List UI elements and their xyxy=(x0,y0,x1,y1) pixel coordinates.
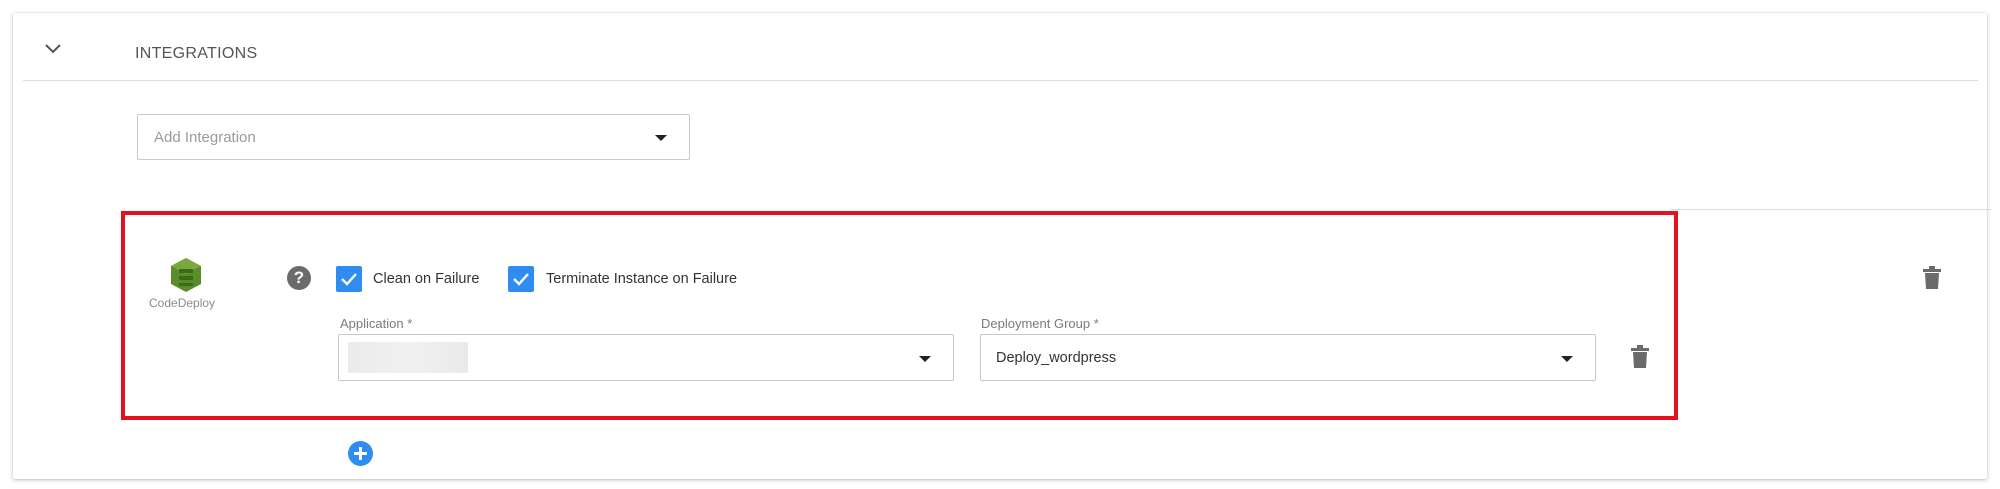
application-value-redacted xyxy=(348,342,468,373)
caret-down-icon xyxy=(1561,356,1573,362)
trash-icon[interactable] xyxy=(1630,345,1650,369)
application-label: Application * xyxy=(340,316,413,331)
integrations-header[interactable]: INTEGRATIONS xyxy=(23,27,1978,81)
trash-icon[interactable] xyxy=(1922,266,1942,290)
caret-down-icon xyxy=(919,356,931,362)
add-integration-select[interactable]: Add Integration xyxy=(137,114,690,160)
add-integration-row-button[interactable] xyxy=(348,441,373,466)
clean-on-failure-label[interactable]: Clean on Failure xyxy=(373,271,479,287)
application-select[interactable] xyxy=(338,334,954,381)
section-divider xyxy=(1671,209,1991,210)
caret-down-icon xyxy=(655,135,667,141)
chevron-down-icon[interactable] xyxy=(41,37,65,61)
add-integration-placeholder: Add Integration xyxy=(154,129,256,146)
section-title: INTEGRATIONS xyxy=(135,45,258,62)
deployment-group-select[interactable]: Deploy_wordpress xyxy=(980,334,1596,381)
codedeploy-logo-icon xyxy=(171,258,201,292)
integration-name: CodeDeploy xyxy=(149,296,216,310)
deployment-group-value: Deploy_wordpress xyxy=(996,350,1117,366)
check-icon xyxy=(513,273,529,286)
clean-on-failure-checkbox[interactable] xyxy=(336,266,362,292)
integrations-panel: INTEGRATIONS Add Integration CodeDeploy … xyxy=(13,13,1991,479)
terminate-on-failure-label[interactable]: Terminate Instance on Failure xyxy=(546,271,737,287)
plus-circle-icon xyxy=(354,447,367,460)
check-icon xyxy=(341,273,357,286)
deployment-group-label: Deployment Group * xyxy=(981,316,1099,331)
terminate-on-failure-checkbox[interactable] xyxy=(508,266,534,292)
question-circle-icon[interactable]: ? xyxy=(287,266,311,290)
